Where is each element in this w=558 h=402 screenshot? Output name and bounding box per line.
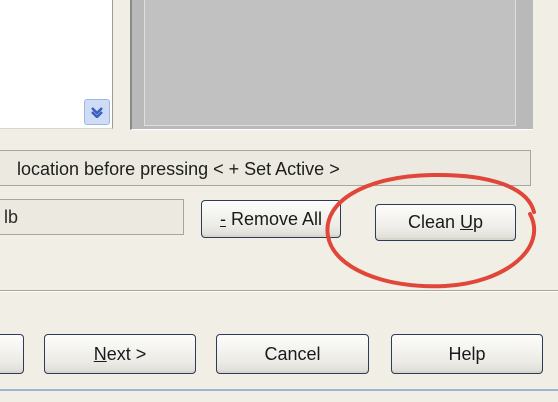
- name-field-value: lb: [4, 207, 19, 227]
- preview-pane: [130, 0, 533, 130]
- remove-all-button[interactable]: - Remove All: [201, 200, 341, 238]
- item-list[interactable]: [0, 0, 113, 129]
- cancel-button[interactable]: Cancel: [216, 334, 369, 374]
- status-text: location before pressing < + Set Active …: [17, 159, 340, 179]
- next-label: Next >: [93, 344, 147, 364]
- remove-all-label: - Remove All: [219, 209, 323, 229]
- scroll-down-button[interactable]: [84, 99, 110, 125]
- help-button[interactable]: Help: [391, 334, 543, 374]
- name-field[interactable]: lb: [0, 199, 184, 235]
- status-bar: location before pressing < + Set Active …: [0, 150, 531, 186]
- clean-up-button[interactable]: Clean Up: [375, 204, 516, 241]
- back-button[interactable]: [0, 334, 24, 374]
- separator: [0, 290, 558, 292]
- chevron-down-icon: [91, 107, 103, 118]
- next-button[interactable]: Next >: [44, 334, 196, 374]
- help-label: Help: [448, 344, 486, 364]
- cancel-label: Cancel: [264, 344, 321, 364]
- clean-up-label: Clean Up: [407, 212, 484, 232]
- preview-area: [144, 0, 516, 126]
- window-bottom-border: [0, 389, 558, 391]
